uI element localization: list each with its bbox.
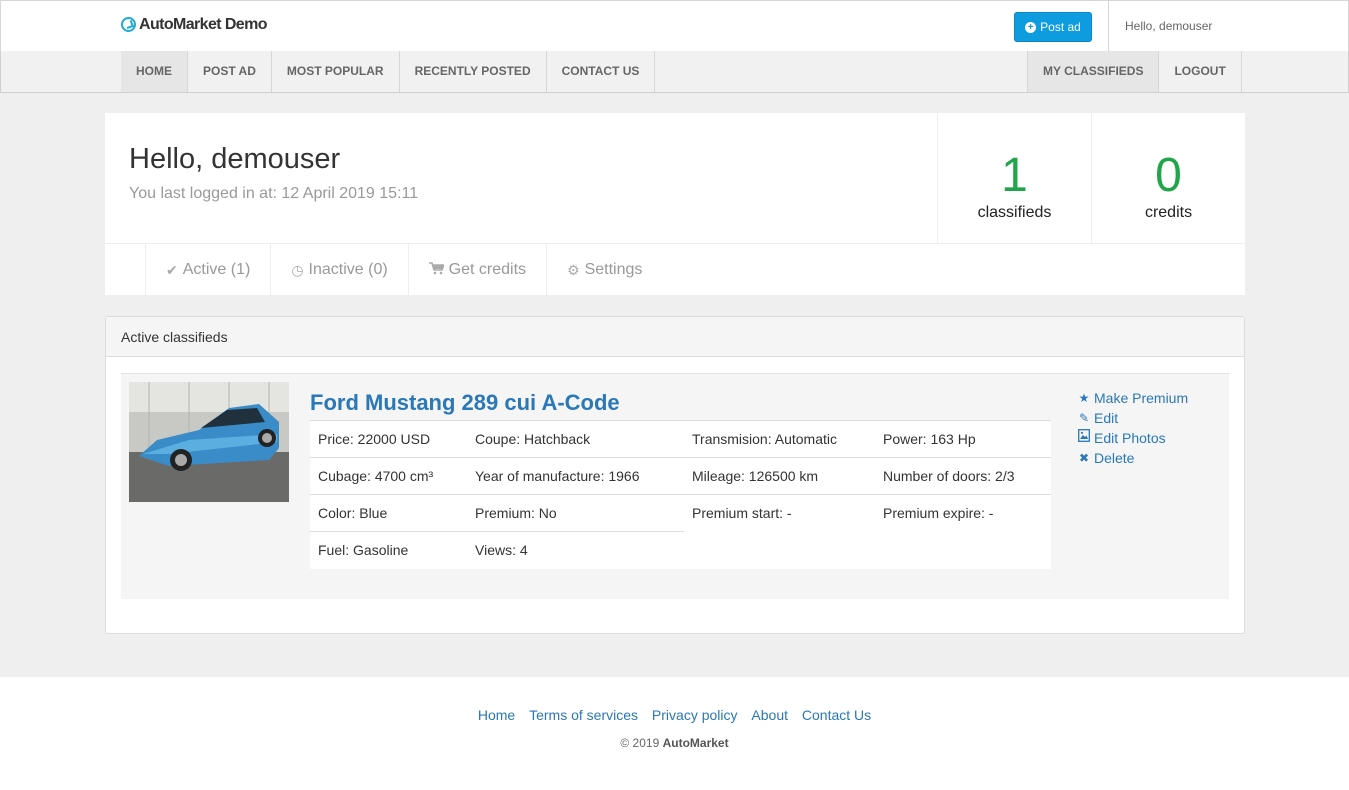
make-premium-link[interactable]: ★ Make Premium (1077, 388, 1189, 408)
spec-fuel: Fuel: Gasoline (310, 531, 467, 569)
spec-premium: Premium: No (467, 494, 684, 532)
active-classifieds-panel: Active classifieds Ford Mustang 289 cui … (105, 316, 1245, 634)
footer-link-home[interactable]: Home (478, 707, 515, 723)
brand-logo[interactable]: AutoMarket Demo (121, 16, 268, 34)
spec-cubage: Cubage: 4700 cm³ (310, 457, 467, 495)
main-content: Hello, demouser You last logged in at: 1… (0, 93, 1349, 677)
post-ad-button[interactable]: + Post ad (1014, 12, 1092, 42)
spec-mileage: Mileage: 126500 km (684, 457, 875, 495)
tab-active-label: Active (1) (182, 261, 251, 278)
image-icon (1077, 428, 1091, 448)
profile-card: Hello, demouser You last logged in at: 1… (105, 113, 1245, 296)
tab-inactive[interactable]: ◷ Inactive (0) (270, 244, 407, 296)
main-nav: HOME POST AD MOST POPULAR RECENTLY POSTE… (0, 51, 1349, 93)
times-icon: ✖ (1078, 451, 1090, 465)
listing-item: Ford Mustang 289 cui A-Code Price: 22000… (121, 373, 1229, 599)
listing-actions: ★ Make Premium ✎ Edit Edit Photos ✖ Dele… (1077, 388, 1188, 468)
footer-link-privacy[interactable]: Privacy policy (652, 707, 738, 723)
nav-recently-posted[interactable]: RECENTLY POSTED (400, 51, 547, 92)
tab-inactive-label: Inactive (0) (308, 261, 388, 278)
make-premium-label: Make Premium (1094, 390, 1189, 406)
delete-link[interactable]: ✖ Delete (1077, 448, 1188, 468)
tab-get-credits-label: Get credits (448, 261, 527, 278)
listing-thumbnail[interactable] (129, 382, 289, 502)
delete-label: Delete (1094, 450, 1135, 466)
top-header: AutoMarket Demo + Post ad Hello, demouse… (0, 0, 1349, 52)
speedometer-icon (121, 16, 136, 32)
footer-link-about[interactable]: About (751, 707, 788, 723)
tab-settings-label: Settings (584, 261, 643, 278)
footer-link-terms[interactable]: Terms of services (529, 707, 638, 723)
spec-price: Price: 22000 USD (310, 420, 467, 458)
edit-link[interactable]: ✎ Edit (1077, 408, 1188, 428)
spec-table: Price: 22000 USD Coupe: Hatchback Transm… (310, 420, 1051, 569)
copyright-brand: AutoMarket (662, 736, 729, 750)
nav-home[interactable]: HOME (121, 51, 188, 92)
spec-premium-expire: Premium expire: - (875, 494, 1051, 532)
tab-settings[interactable]: ⚙ Settings (546, 244, 662, 296)
edit-photos-label: Edit Photos (1094, 430, 1166, 446)
footer-links: Home Terms of services Privacy policy Ab… (0, 707, 1349, 723)
cart-icon (428, 244, 445, 296)
spec-coupe: Coupe: Hatchback (467, 420, 684, 458)
clock-icon: ◷ (291, 262, 304, 278)
star-icon: ★ (1078, 391, 1090, 405)
table-row: Color: Blue Premium: No Premium start: -… (310, 494, 1051, 532)
stat-credits-label: credits (1144, 204, 1193, 221)
listing-title-link[interactable]: Ford Mustang 289 cui A-Code (310, 390, 620, 416)
spec-empty-2 (875, 532, 1051, 569)
table-row: Cubage: 4700 cm³ Year of manufacture: 19… (310, 457, 1051, 495)
nav-contact-us[interactable]: CONTACT US (547, 51, 656, 92)
page-title: Hello, demouser (129, 143, 341, 175)
spec-transmission: Transmision: Automatic (684, 420, 875, 458)
brand-name: AutoMarket Demo (139, 16, 268, 33)
spec-empty-1 (684, 532, 875, 569)
post-ad-label: Post ad (1040, 20, 1081, 34)
classified-tabs: ✔ Active (1) ◷ Inactive (0) Get credits … (105, 243, 1245, 296)
spec-premium-start: Premium start: - (684, 494, 875, 532)
spec-power: Power: 163 Hp (875, 420, 1051, 458)
stat-classifieds-label: classifieds (977, 204, 1052, 221)
footer-link-contact[interactable]: Contact Us (802, 707, 871, 723)
edit-label: Edit (1094, 410, 1119, 426)
gears-icon: ⚙ (567, 262, 580, 278)
stat-credits: 0 credits (1091, 113, 1245, 243)
footer: Home Terms of services Privacy policy Ab… (0, 677, 1349, 790)
nav-post-ad[interactable]: POST AD (188, 51, 272, 92)
spec-doors: Number of doors: 2/3 (875, 457, 1051, 495)
pencil-icon: ✎ (1078, 411, 1090, 425)
table-row: Price: 22000 USD Coupe: Hatchback Transm… (310, 420, 1051, 458)
panel-heading: Active classifieds (106, 317, 1244, 357)
plus-circle-icon: + (1025, 21, 1037, 33)
last-login-text: You last logged in at: 12 April 2019 15:… (129, 185, 419, 202)
nav-my-classifieds[interactable]: MY CLASSIFIEDS (1027, 51, 1160, 92)
copyright-prefix: © 2019 (620, 736, 663, 750)
stat-credits-value: 0 (1155, 149, 1182, 202)
table-row: Fuel: Gasoline Views: 4 (310, 531, 1051, 569)
spec-year: Year of manufacture: 1966 (467, 457, 684, 495)
stat-classifieds-value: 1 (1001, 149, 1028, 202)
edit-photos-link[interactable]: Edit Photos (1077, 428, 1188, 448)
nav-logout[interactable]: LOGOUT (1159, 51, 1242, 92)
nav-most-popular[interactable]: MOST POPULAR (272, 51, 400, 92)
stat-classifieds: 1 classifieds (937, 113, 1091, 243)
tab-active[interactable]: ✔ Active (1) (145, 244, 270, 296)
copyright: © 2019 AutoMarket (0, 736, 1349, 750)
user-greeting[interactable]: Hello, demouser (1108, 1, 1349, 51)
tab-get-credits[interactable]: Get credits (407, 244, 546, 296)
spec-color: Color: Blue (310, 494, 467, 532)
spec-views: Views: 4 (467, 531, 684, 569)
check-icon: ✔ (166, 262, 178, 278)
